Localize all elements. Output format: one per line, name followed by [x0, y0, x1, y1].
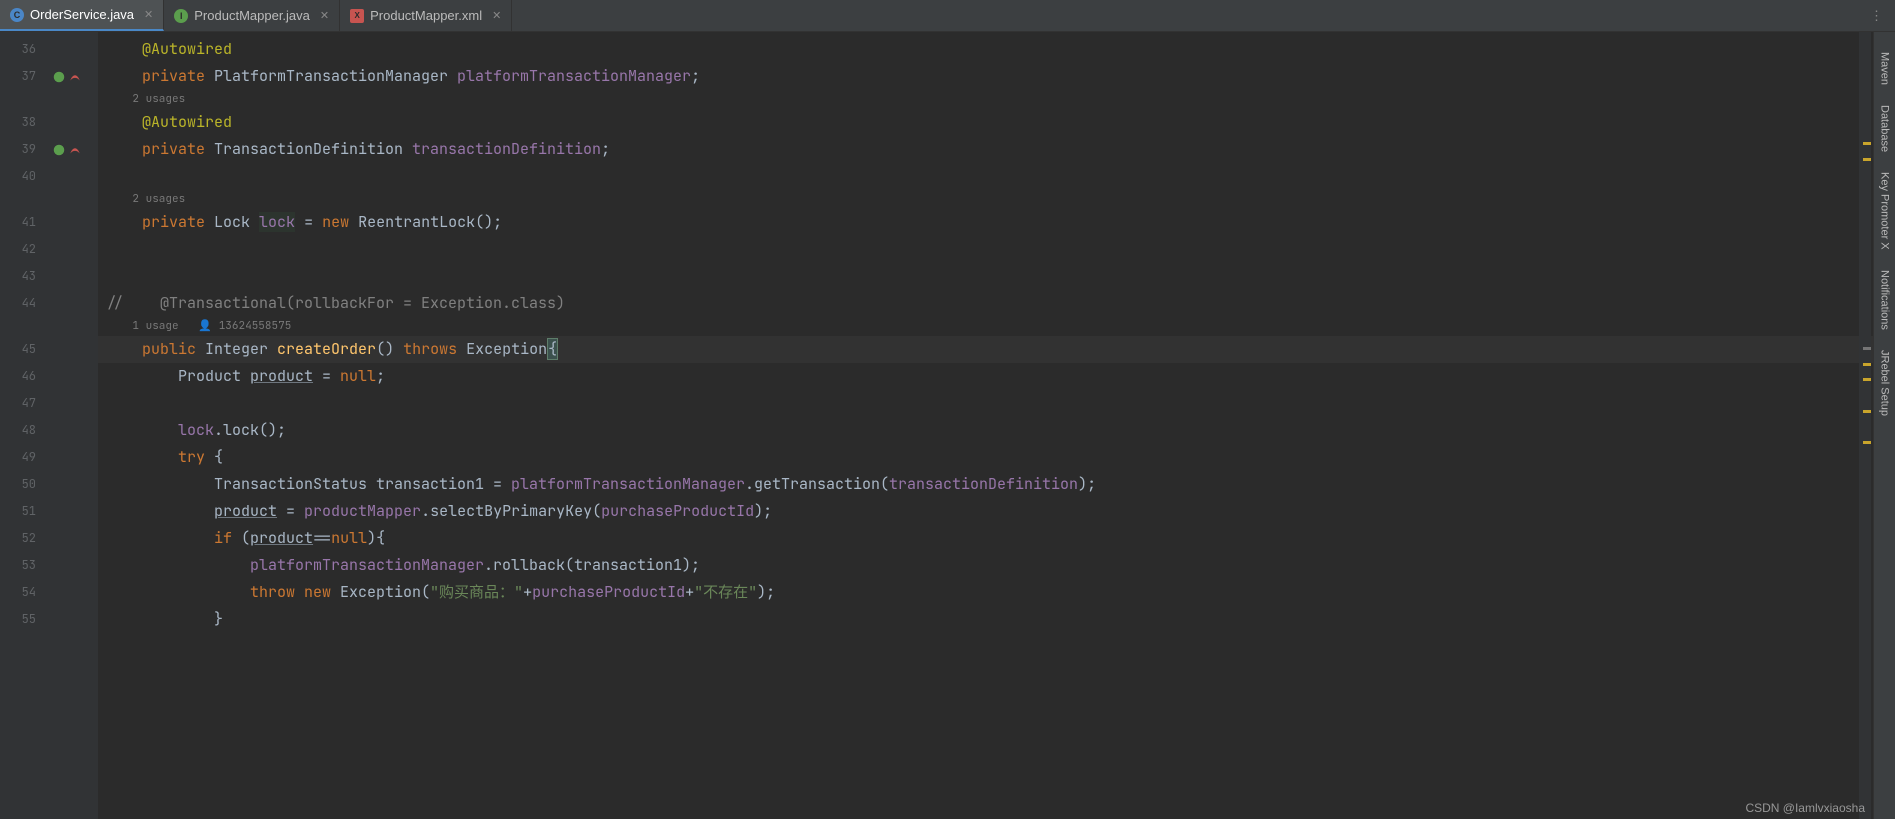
tool-database[interactable]: Database — [1879, 105, 1891, 152]
line-number[interactable]: 36 — [0, 36, 48, 63]
editor: 3637 383940 41424344 4546474849505152535455… — [0, 32, 1895, 819]
line-number[interactable]: 46 — [0, 363, 48, 390]
code-line[interactable]: private TransactionDefinition transactio… — [98, 136, 1873, 163]
code-line[interactable] — [98, 390, 1873, 417]
tab-productmapper-xml[interactable]: X ProductMapper.xml ✕ — [340, 0, 512, 31]
line-number[interactable]: 44 — [0, 290, 48, 317]
line-number[interactable]: 47 — [0, 390, 48, 417]
code-line[interactable]: @Autowired — [98, 109, 1873, 136]
code-line[interactable]: private Lock lock = new ReentrantLock(); — [98, 209, 1873, 236]
line-number[interactable]: 50 — [0, 471, 48, 498]
code-line[interactable]: Product product = null; — [98, 363, 1873, 390]
spring-bean-icon[interactable] — [48, 63, 98, 90]
line-number[interactable]: 48 — [0, 417, 48, 444]
code-line[interactable] — [98, 236, 1873, 263]
line-number[interactable]: 49 — [0, 444, 48, 471]
error-stripe[interactable] — [1859, 32, 1871, 819]
inlay-hint[interactable]: 1 usage 👤 13624558575 — [98, 317, 1873, 336]
inlay-hint[interactable]: 2 usages — [98, 190, 1873, 209]
line-number[interactable]: 42 — [0, 236, 48, 263]
spring-bean-icon[interactable] — [48, 136, 98, 163]
tab-productmapper-java[interactable]: I ProductMapper.java ✕ — [164, 0, 340, 31]
line-number[interactable]: 37 — [0, 63, 48, 90]
code-line[interactable]: } — [98, 606, 1873, 633]
code-line[interactable]: public Integer createOrder() throws Exce… — [98, 336, 1873, 363]
code-line[interactable]: platformTransactionManager.rollback(tran… — [98, 552, 1873, 579]
right-tool-rail: Maven Database Key Promoter X Notifications… — [1873, 32, 1895, 819]
tab-orderservice-java[interactable]: C OrderService.java ✕ — [0, 0, 164, 31]
file-type-icon: I — [174, 9, 188, 23]
line-number[interactable]: 55 — [0, 606, 48, 633]
inlay-hint[interactable]: 2 usages — [98, 90, 1873, 109]
file-type-icon: C — [10, 8, 24, 22]
close-icon[interactable]: ✕ — [492, 9, 501, 22]
gutter-icons[interactable] — [48, 32, 98, 819]
tab-label: OrderService.java — [30, 7, 134, 22]
code-line[interactable]: // @Transactional(rollbackFor = Exceptio… — [98, 290, 1873, 317]
file-type-icon: X — [350, 9, 364, 23]
line-number[interactable]: 53 — [0, 552, 48, 579]
line-number[interactable]: 40 — [0, 163, 48, 190]
editor-tabs: COrderService.java✕IProductMapper.java✕X… — [0, 0, 1895, 32]
line-number[interactable]: 52 — [0, 525, 48, 552]
line-number[interactable]: 41 — [0, 209, 48, 236]
tab-label: ProductMapper.java — [194, 8, 310, 23]
line-number[interactable]: 54 — [0, 579, 48, 606]
watermark: CSDN @Iamlvxiaosha — [1745, 801, 1865, 815]
tool-jrebel-setup[interactable]: JRebel Setup — [1879, 350, 1891, 416]
close-icon[interactable]: ✕ — [320, 9, 329, 22]
code-line[interactable] — [98, 163, 1873, 190]
code-line[interactable]: if (product==null){ — [98, 525, 1873, 552]
tabs-more-icon[interactable]: ⋮ — [1858, 0, 1895, 31]
code-line[interactable]: product = productMapper.selectByPrimaryK… — [98, 498, 1873, 525]
line-number-gutter[interactable]: 3637 383940 41424344 4546474849505152535455 — [0, 32, 48, 819]
line-number[interactable]: 38 — [0, 109, 48, 136]
code-line[interactable]: try { — [98, 444, 1873, 471]
code-line[interactable] — [98, 263, 1873, 290]
line-number[interactable]: 45 — [0, 336, 48, 363]
code-line[interactable]: throw new Exception("购买商品："+purchaseProd… — [98, 579, 1873, 606]
tool-key-promoter-x[interactable]: Key Promoter X — [1879, 172, 1891, 250]
tab-label: ProductMapper.xml — [370, 8, 482, 23]
code-line[interactable]: lock.lock(); — [98, 417, 1873, 444]
code-line[interactable]: private PlatformTransactionManager platf… — [98, 63, 1873, 90]
close-icon[interactable]: ✕ — [144, 8, 153, 21]
tool-notifications[interactable]: Notifications — [1879, 270, 1891, 330]
line-number[interactable]: 51 — [0, 498, 48, 525]
line-number[interactable]: 39 — [0, 136, 48, 163]
code-line[interactable]: TransactionStatus transaction1 = platfor… — [98, 471, 1873, 498]
tool-maven[interactable]: Maven — [1879, 52, 1891, 85]
line-number[interactable]: 43 — [0, 263, 48, 290]
code-line[interactable]: @Autowired — [98, 36, 1873, 63]
code-area[interactable]: @Autowired private PlatformTransactionMa… — [98, 32, 1873, 819]
